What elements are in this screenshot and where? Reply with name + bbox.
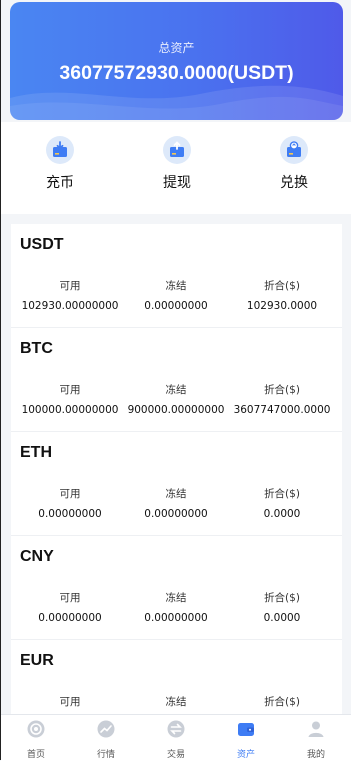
tab-trade[interactable]: 交易 [141, 719, 211, 760]
asset-row-cny[interactable]: CNY 可用 冻结 折合($) 0.00000000 0.00000000 0.… [11, 536, 342, 640]
available-value: 102930.00000000 [21, 300, 119, 312]
converted-value: 0.0000 [263, 508, 301, 520]
profile-icon [308, 721, 324, 737]
available-label: 可用 [59, 488, 81, 500]
total-assets-value: 36077572930.0000(USDT) [59, 62, 294, 84]
available-value: 0.00000000 [38, 612, 102, 624]
total-assets-card: 总资产 36077572930.0000(USDT) [10, 2, 343, 120]
exchange-label: 兑换 [280, 175, 308, 191]
deposit-label: 充币 [46, 175, 74, 191]
available-label: 可用 [59, 384, 81, 396]
converted-label: 折合($) [264, 384, 300, 396]
tab-assets[interactable]: 资产 [211, 719, 281, 760]
withdraw-label: 提现 [163, 175, 191, 191]
tab-home[interactable]: 首页 [1, 719, 71, 760]
frozen-label: 冻结 [165, 592, 187, 604]
tab-label: 行情 [96, 750, 115, 760]
asset-name: USDT [20, 236, 64, 253]
asset-name: EUR [20, 652, 54, 669]
home-icon [27, 720, 45, 738]
frozen-label: 冻结 [165, 696, 187, 708]
asset-name: CNY [20, 548, 54, 565]
exchange-button[interactable]: 兑换 [254, 136, 334, 192]
frozen-value: 0.00000000 [144, 508, 208, 520]
available-label: 可用 [59, 696, 81, 708]
asset-row-eur[interactable]: EUR 可用 冻结 折合($) [11, 640, 342, 714]
asset-row-usdt[interactable]: USDT 可用 冻结 折合($) 102930.00000000 0.00000… [11, 224, 342, 328]
deposit-button[interactable]: 充币 [20, 136, 100, 192]
tab-label: 首页 [26, 750, 45, 760]
frozen-value: 0.00000000 [144, 300, 208, 312]
frozen-label: 冻结 [165, 280, 187, 292]
bottom-tab-bar: 首页 行情 交易 资产 我的 [1, 714, 351, 761]
asset-row-eth[interactable]: ETH 可用 冻结 折合($) 0.00000000 0.00000000 0.… [11, 432, 342, 536]
available-label: 可用 [59, 592, 81, 604]
market-icon [97, 720, 115, 738]
asset-row-btc[interactable]: BTC 可用 冻结 折合($) 100000.00000000 900000.0… [11, 328, 342, 432]
converted-label: 折合($) [264, 488, 300, 500]
tab-label: 我的 [306, 750, 325, 760]
converted-value: 102930.0000 [246, 300, 318, 312]
asset-actions: 充币 提现 兑换 [1, 122, 351, 214]
asset-name: BTC [20, 340, 53, 357]
converted-value: 3607747000.0000 [233, 404, 331, 416]
available-label: 可用 [59, 280, 81, 292]
available-value: 100000.00000000 [21, 404, 119, 416]
converted-label: 折合($) [264, 592, 300, 604]
asset-name: ETH [20, 444, 52, 461]
tab-profile[interactable]: 我的 [281, 719, 351, 760]
deposit-icon [46, 136, 74, 164]
total-assets-label: 总资产 [158, 41, 195, 55]
converted-value: 0.0000 [263, 612, 301, 624]
tab-market[interactable]: 行情 [71, 719, 141, 760]
exchange-icon [280, 136, 308, 164]
tab-label: 交易 [166, 750, 185, 760]
frozen-label: 冻结 [165, 488, 187, 500]
tab-label: 资产 [236, 750, 255, 760]
frozen-label: 冻结 [165, 384, 187, 396]
trade-icon [167, 720, 185, 738]
available-value: 0.00000000 [38, 508, 102, 520]
frozen-value: 0.00000000 [144, 612, 208, 624]
converted-label: 折合($) [264, 280, 300, 292]
converted-label: 折合($) [264, 696, 300, 708]
asset-list: USDT 可用 冻结 折合($) 102930.00000000 0.00000… [11, 224, 342, 714]
withdraw-icon [163, 136, 191, 164]
frozen-value: 900000.00000000 [127, 404, 225, 416]
wallet-icon [238, 723, 254, 736]
withdraw-button[interactable]: 提现 [137, 136, 217, 192]
